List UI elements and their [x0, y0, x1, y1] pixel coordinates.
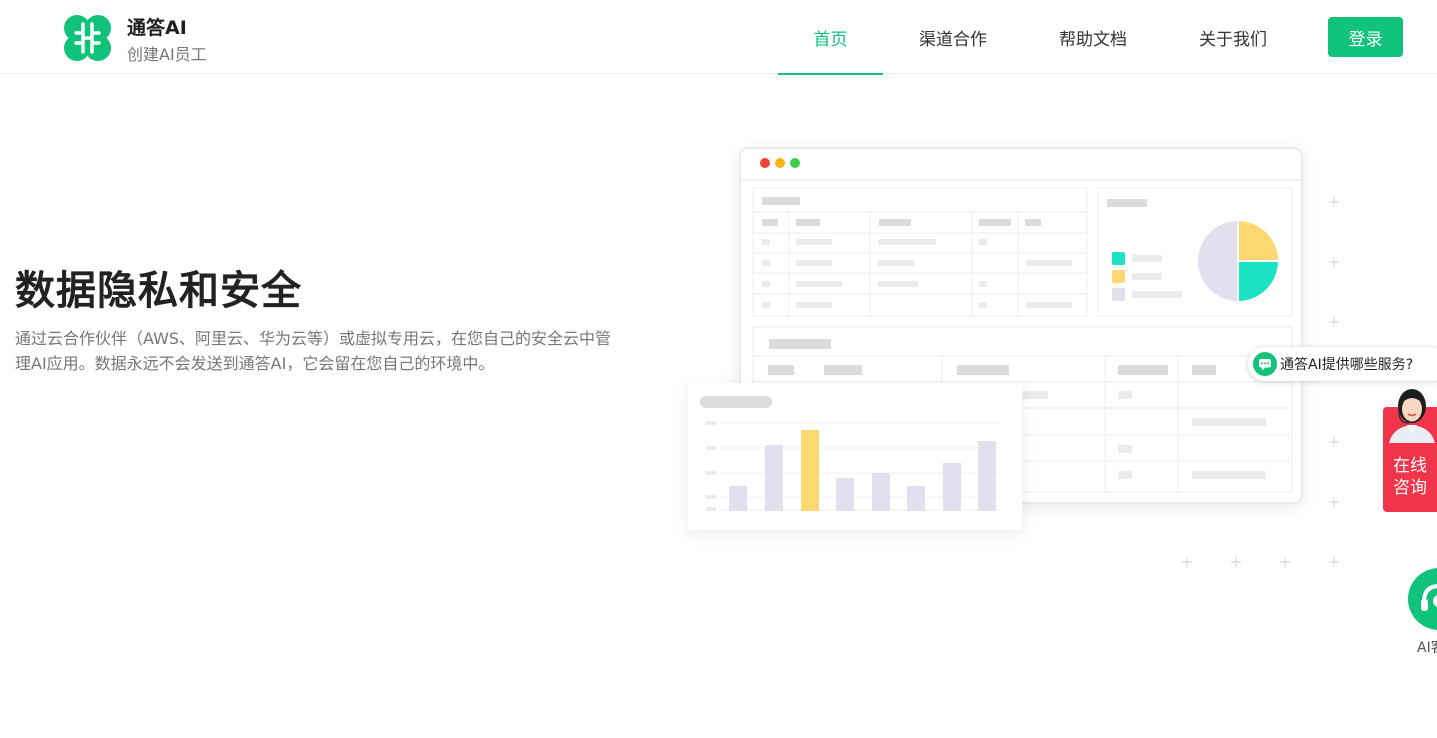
- online-consult-button[interactable]: 在线 咨询: [1383, 385, 1437, 512]
- agent-avatar: [1389, 389, 1435, 443]
- headset-icon: [1421, 584, 1437, 611]
- login-button[interactable]: 登录: [1328, 17, 1403, 57]
- brand-subtitle: 创建AI员工: [127, 45, 207, 64]
- hero-description: 通过云合作伙伴（AWS、阿里云、华为云等）或虚拟专用云，在您自己的安全云中管理A…: [15, 329, 612, 373]
- brand-logo-icon[interactable]: [62, 13, 113, 63]
- nav-help-docs[interactable]: 帮助文档: [1043, 0, 1143, 74]
- hero-title: 数据隐私和安全: [15, 268, 302, 314]
- site-header: 通答AI 创建AI员工 首页 渠道合作 帮助文档 关于我们 登录: [0, 0, 1437, 75]
- consult-label: 在线 咨询: [1393, 456, 1427, 498]
- chat-bubble-icon: [1253, 352, 1277, 376]
- brand-title[interactable]: 通答AI: [127, 13, 187, 40]
- chat-prompt-text: 通答AI提供哪些服务?: [1280, 357, 1414, 373]
- ai-service-button[interactable]: [1408, 568, 1437, 630]
- nav-about-us[interactable]: 关于我们: [1183, 0, 1283, 74]
- nav-channel-partners[interactable]: 渠道合作: [903, 0, 1003, 74]
- nav-home[interactable]: 首页: [778, 0, 883, 75]
- chat-prompt-pill[interactable]: 通答AI提供哪些服务?: [1248, 347, 1437, 381]
- ai-service-label: AI客: [1417, 640, 1437, 656]
